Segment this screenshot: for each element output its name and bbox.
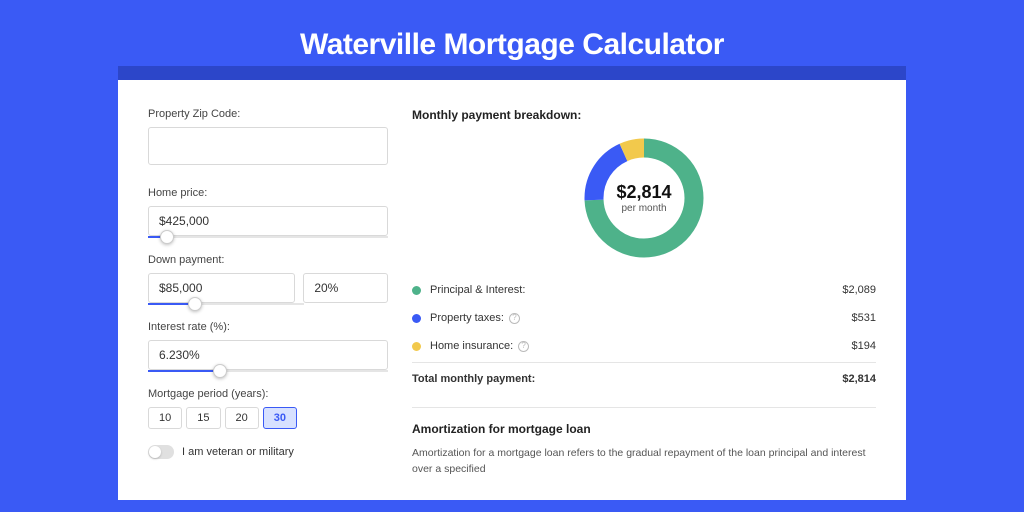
legend-label: Principal & Interest:: [430, 284, 842, 296]
mortgage-period-option-20[interactable]: 20: [225, 407, 259, 429]
home-price-label: Home price:: [148, 187, 388, 199]
interest-rate-label: Interest rate (%):: [148, 321, 388, 333]
veteran-toggle-label: I am veteran or military: [182, 446, 294, 458]
breakdown-total-value: $2,814: [842, 373, 876, 385]
legend-value: $194: [852, 340, 876, 352]
breakdown-total-row: Total monthly payment: $2,814: [412, 362, 876, 393]
veteran-toggle-row: I am veteran or military: [148, 445, 388, 459]
legend-value: $2,089: [842, 284, 876, 296]
mortgage-period-option-30[interactable]: 30: [263, 407, 297, 429]
mortgage-period-label: Mortgage period (years):: [148, 388, 388, 400]
mortgage-period-option-10[interactable]: 10: [148, 407, 182, 429]
mortgage-period-field-group: Mortgage period (years): 10152030: [148, 388, 388, 429]
amortization-section: Amortization for mortgage loan Amortizat…: [412, 407, 876, 478]
info-icon[interactable]: ?: [509, 313, 520, 324]
interest-rate-slider[interactable]: [148, 370, 388, 372]
home-price-slider[interactable]: [148, 236, 388, 238]
interest-rate-field-group: Interest rate (%):: [148, 321, 388, 370]
legend-row: Principal & Interest:$2,089: [412, 276, 876, 304]
legend-dot: [412, 314, 421, 323]
home-price-input[interactable]: [148, 206, 388, 236]
mortgage-period-options: 10152030: [148, 407, 388, 429]
interest-rate-slider-fill: [148, 370, 220, 372]
breakdown-legend: Principal & Interest:$2,089Property taxe…: [412, 276, 876, 360]
results-column: Monthly payment breakdown: $2,814 per mo…: [412, 108, 876, 500]
donut-chart: $2,814 per month: [580, 134, 708, 262]
home-price-field-group: Home price:: [148, 187, 388, 236]
legend-label: Property taxes:?: [430, 312, 852, 324]
form-column: Property Zip Code: Home price: Down paym…: [148, 108, 388, 500]
donut-center: $2,814 per month: [580, 134, 708, 262]
zip-input[interactable]: [148, 127, 388, 165]
legend-value: $531: [852, 312, 876, 324]
down-payment-field-group: Down payment:: [148, 254, 388, 303]
donut-amount: $2,814: [616, 182, 671, 203]
interest-rate-input[interactable]: [148, 340, 388, 370]
breakdown-title: Monthly payment breakdown:: [412, 108, 876, 122]
down-payment-label: Down payment:: [148, 254, 388, 266]
zip-label: Property Zip Code:: [148, 108, 388, 120]
breakdown-total-label: Total monthly payment:: [412, 373, 842, 385]
home-price-slider-handle[interactable]: [160, 230, 174, 244]
down-payment-slider[interactable]: [148, 303, 304, 305]
down-payment-percent-input[interactable]: [303, 273, 388, 303]
legend-dot: [412, 286, 421, 295]
down-payment-slider-handle[interactable]: [188, 297, 202, 311]
donut-chart-wrap: $2,814 per month: [412, 134, 876, 262]
zip-field-group: Property Zip Code:: [148, 108, 388, 165]
legend-dot: [412, 342, 421, 351]
legend-label: Home insurance:?: [430, 340, 852, 352]
header-shadow: [118, 66, 906, 80]
down-payment-amount-input[interactable]: [148, 273, 295, 303]
mortgage-period-option-15[interactable]: 15: [186, 407, 220, 429]
veteran-toggle[interactable]: [148, 445, 174, 459]
legend-row: Home insurance:?$194: [412, 332, 876, 360]
amortization-body: Amortization for a mortgage loan refers …: [412, 446, 876, 478]
interest-rate-slider-handle[interactable]: [213, 364, 227, 378]
donut-sub: per month: [621, 203, 666, 214]
info-icon[interactable]: ?: [518, 341, 529, 352]
calculator-card: Property Zip Code: Home price: Down paym…: [118, 80, 906, 500]
legend-row: Property taxes:?$531: [412, 304, 876, 332]
amortization-title: Amortization for mortgage loan: [412, 422, 876, 436]
